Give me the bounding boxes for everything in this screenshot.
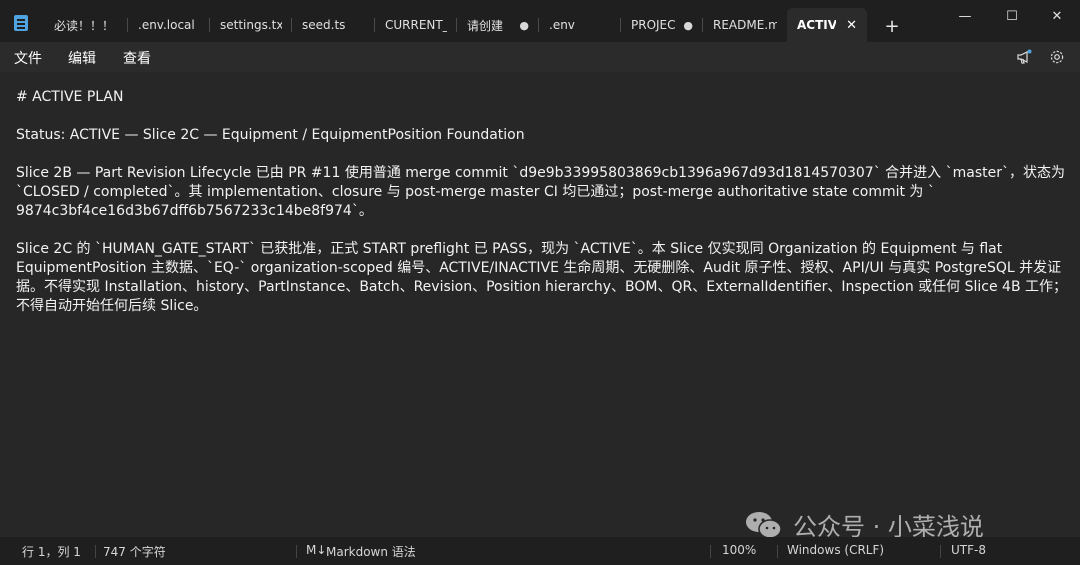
tab-project[interactable]: PROJEC ● [621,8,703,42]
tab-label: 必读！！！ [54,18,115,33]
status-divider [296,545,297,558]
editor-line: EquipmentPosition 主数据、`EQ-` organization… [16,260,1062,276]
zoom-level[interactable]: 100% [722,543,756,557]
editor-line: Status: ACTIVE — Slice 2C — Equipment / … [16,127,525,143]
tab-label: PROJEC [631,18,676,32]
tab-strip: 必读！！！ .env.local settings.txt seed.ts CU… [44,8,867,42]
editor-line: Slice 2C 的 `HUMAN_GATE_START` 已获批准，正式 ST… [16,241,1003,257]
wechat-icon [745,510,783,540]
tab-active-plan[interactable]: ACTIV ✕ [787,8,867,42]
tab-label: ACTIV [797,18,837,32]
close-window-button[interactable]: ✕ [1034,0,1080,32]
markdown-icon: M↓ [306,543,327,557]
tab-label: README.md [713,18,777,32]
status-bar: 行 1，列 1 747 个字符 M↓ Markdown 语法 100% Wind… [0,537,1080,565]
tab-label: seed.ts [302,18,346,32]
editor-line: # ACTIVE PLAN [16,89,124,105]
new-tab-button[interactable]: + [880,14,904,38]
megaphone-icon-glyph [1017,49,1032,64]
editor-line: `CLOSED / completed`。其 implementation、cl… [16,184,935,200]
tab-settings-txt[interactable]: settings.txt [210,8,292,42]
tab-label: .env.local [138,18,195,32]
status-divider [95,545,96,558]
status-divider [710,545,711,558]
editor-line: 据。不得实现 Installation、history、PartInstance… [16,279,1068,295]
editor-line: 9874c3bf4ce16d3b67dff6b7567233c14be8f974… [16,203,373,219]
encoding[interactable]: UTF-8 [951,543,986,557]
line-ending[interactable]: Windows (CRLF) [787,543,884,557]
tab-label: .env [549,18,575,32]
notepad-app-icon [14,15,28,31]
menu-edit[interactable]: 编辑 [68,48,96,68]
menu-view[interactable]: 查看 [123,48,151,68]
tab-biddu[interactable]: 必读！！！ [44,8,128,42]
character-count: 747 个字符 [103,545,166,559]
unsaved-dot-icon: ● [519,18,529,32]
tab-current-state[interactable]: CURRENT_STA [375,8,457,42]
tab-env[interactable]: .env [539,8,621,42]
title-bar: 必读！！！ .env.local settings.txt seed.ts CU… [0,0,1080,42]
editor-line: Slice 2B — Part Revision Lifecycle 已由 PR… [16,165,1065,181]
tab-readme-md[interactable]: README.md [703,8,787,42]
status-divider [777,545,778,558]
close-tab-icon[interactable]: ✕ [836,18,857,33]
unsaved-dot-icon: ● [683,18,693,32]
gear-icon-glyph [1050,50,1064,64]
settings-gear-icon[interactable] [1048,48,1066,66]
editor-line: 不得自动开始任何后续 Slice。 [16,298,208,314]
tab-qingchuangjian[interactable]: 请创建 ● [457,8,539,42]
text-editor[interactable]: # ACTIVE PLAN Status: ACTIVE — Slice 2C … [0,72,1080,537]
menu-file[interactable]: 文件 [14,48,42,68]
wechat-icon-glyph [746,511,782,539]
tab-label: CURRENT_STA [385,18,447,32]
tab-seed-ts[interactable]: seed.ts [292,8,375,42]
maximize-button[interactable]: ☐ [989,0,1035,32]
status-divider [940,545,941,558]
tab-env-local[interactable]: .env.local [128,8,210,42]
cursor-position[interactable]: 行 1，列 1 [22,543,81,560]
tab-label: settings.txt [220,18,282,32]
megaphone-icon[interactable] [1015,48,1033,66]
menu-bar: 文件 编辑 查看 [0,42,1080,72]
minimize-button[interactable]: — [942,0,988,32]
tab-label: 请创建 [467,18,504,33]
syntax-mode[interactable]: Markdown 语法 [326,543,416,560]
